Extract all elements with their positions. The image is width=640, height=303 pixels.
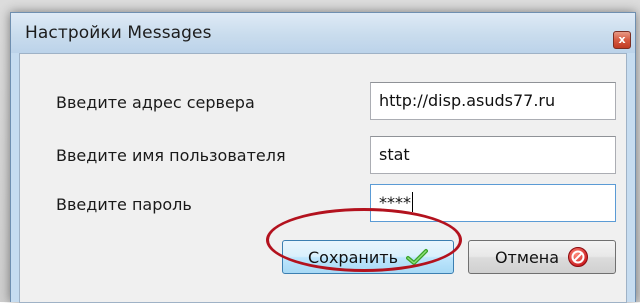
save-button[interactable]: Сохранить (282, 240, 454, 274)
title-bar[interactable]: Настройки Messages x (11, 13, 635, 53)
password-value: **** (379, 193, 411, 212)
username-input[interactable]: stat (370, 136, 616, 174)
username-label: Введите имя пользователя (56, 146, 286, 165)
close-button[interactable]: x (613, 31, 631, 49)
server-label: Введите адрес сервера (56, 93, 255, 112)
window-title: Настройки Messages (25, 23, 212, 43)
server-input[interactable]: http://disp.asuds77.ru (370, 82, 616, 120)
password-input[interactable]: **** (370, 184, 616, 222)
cancel-label: Отмена (494, 247, 560, 267)
server-value: http://disp.asuds77.ru (379, 91, 556, 110)
cancel-button[interactable]: Отмена (468, 240, 616, 274)
text-caret (412, 191, 413, 212)
save-label: Сохранить (308, 247, 398, 267)
cancel-icon (567, 246, 589, 268)
username-value: stat (379, 145, 410, 164)
password-label: Введите пароль (56, 195, 192, 214)
close-icon: x (618, 33, 626, 46)
settings-dialog: Настройки Messages x Введите адрес серве… (10, 12, 636, 303)
check-icon (406, 248, 428, 266)
dialog-body: Введите адрес сервера http://disp.asuds7… (19, 53, 627, 303)
